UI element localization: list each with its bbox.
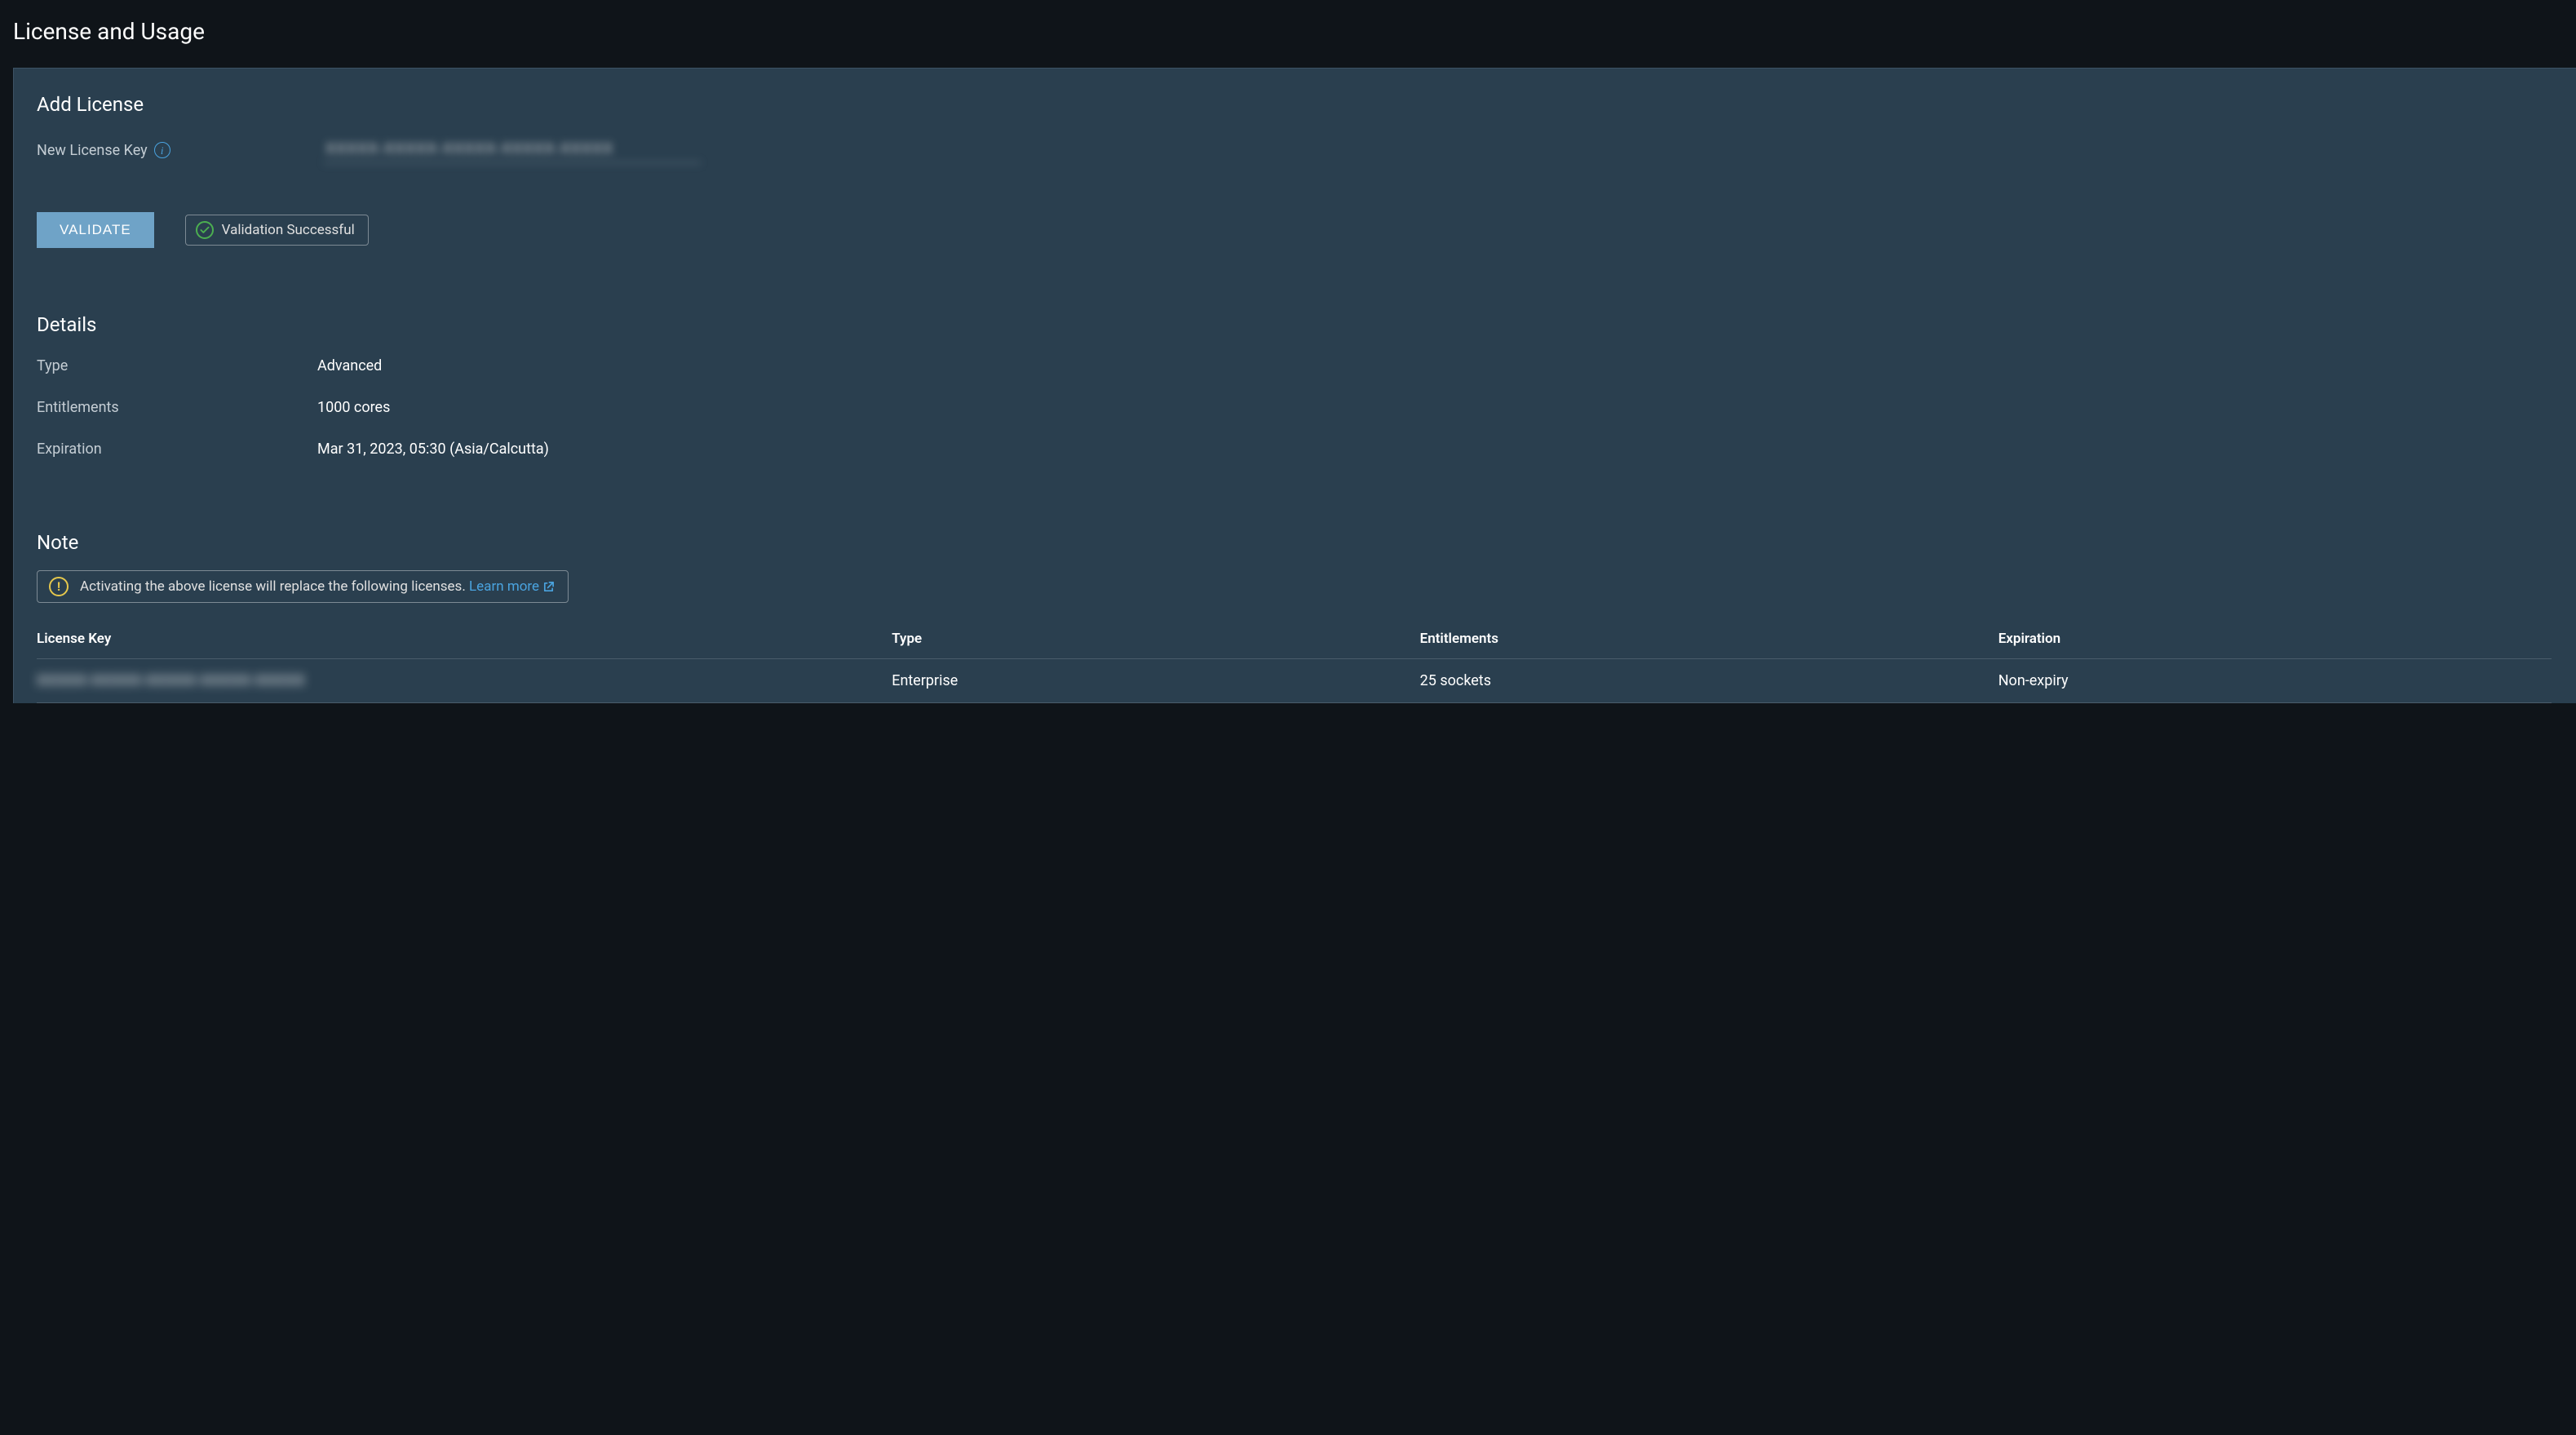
table-header-row: License Key Type Entitlements Expiration: [37, 621, 2552, 659]
validation-status-text: Validation Successful: [222, 222, 355, 238]
details-entitlements-row: Entitlements 1000 cores: [37, 399, 2552, 416]
cell-expiration: Non-expiry: [1998, 659, 2552, 703]
note-message: Activating the above license will replac…: [80, 578, 466, 595]
details-type-row: Type Advanced: [37, 357, 2552, 374]
col-type: Type: [892, 621, 1419, 659]
details-expiration-value: Mar 31, 2023, 05:30 (Asia/Calcutta): [317, 441, 549, 458]
validate-row: VALIDATE Validation Successful: [37, 212, 2552, 248]
col-license-key: License Key: [37, 621, 892, 659]
check-circle-icon: [196, 221, 214, 239]
details-type-value: Advanced: [317, 357, 382, 374]
license-panel: Add License New License Key i VALIDATE V…: [13, 68, 2576, 703]
license-table: License Key Type Entitlements Expiration…: [37, 621, 2552, 703]
new-license-key-row: New License Key i: [37, 137, 2552, 163]
external-link-icon: [542, 581, 555, 593]
details-entitlements-label: Entitlements: [37, 399, 317, 416]
cell-license-key: XXXXX-XXXXX-XXXXX-XXXXX-XXXXX: [37, 659, 892, 703]
details-heading: Details: [37, 313, 2552, 336]
info-icon[interactable]: i: [154, 142, 170, 158]
page-title: License and Usage: [0, 0, 2576, 68]
note-heading: Note: [37, 531, 2552, 554]
learn-more-link[interactable]: Learn more: [469, 578, 555, 595]
new-license-key-label: New License Key i: [37, 142, 324, 159]
table-row: XXXXX-XXXXX-XXXXX-XXXXX-XXXXX Enterprise…: [37, 659, 2552, 703]
col-entitlements: Entitlements: [1420, 621, 1998, 659]
col-expiration: Expiration: [1998, 621, 2552, 659]
cell-entitlements: 25 sockets: [1420, 659, 1998, 703]
warning-icon: !: [49, 577, 69, 596]
details-entitlements-value: 1000 cores: [317, 399, 390, 416]
validation-status-badge: Validation Successful: [185, 215, 369, 246]
details-section: Details Type Advanced Entitlements 1000 …: [37, 313, 2552, 458]
details-expiration-row: Expiration Mar 31, 2023, 05:30 (Asia/Cal…: [37, 441, 2552, 458]
validate-button[interactable]: VALIDATE: [37, 212, 154, 248]
note-box: ! Activating the above license will repl…: [37, 570, 569, 603]
details-expiration-label: Expiration: [37, 441, 317, 458]
new-license-key-label-text: New License Key: [37, 142, 148, 159]
license-key-input[interactable]: [324, 137, 701, 163]
add-license-heading: Add License: [37, 93, 2552, 116]
learn-more-text: Learn more: [469, 578, 539, 595]
details-type-label: Type: [37, 357, 317, 374]
cell-type: Enterprise: [892, 659, 1419, 703]
